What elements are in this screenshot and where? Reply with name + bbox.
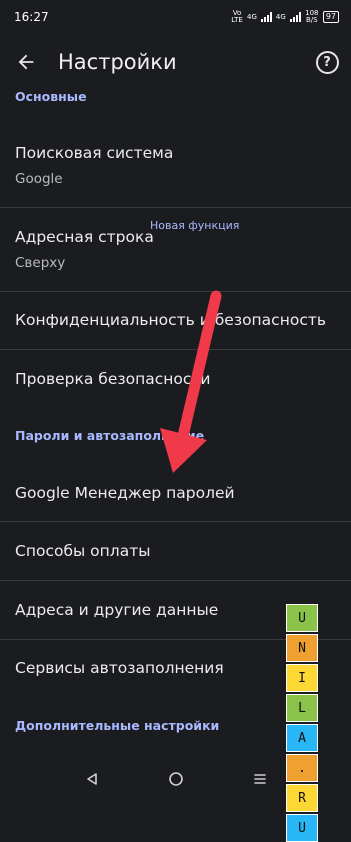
back-button[interactable] [0,34,54,90]
watermark-letter: U [286,814,318,842]
arrow-back-icon [18,54,34,70]
status-time: 16:27 [14,10,49,24]
divider [0,207,351,208]
network-type-2: 4G [275,12,286,21]
divider [0,291,351,292]
setting-title: Google Менеджер паролей [15,484,235,502]
page-title: Настройки [58,50,177,74]
setting-password-manager[interactable]: Google Менеджер паролей [0,484,351,502]
setting-payment-methods[interactable]: Способы оплаты [0,542,351,560]
setting-value: Сверху [15,255,66,271]
setting-address-bar[interactable]: Адресная строка Сверху Новая функция [0,219,351,271]
setting-title: Поисковая система [15,144,174,162]
section-header-basic: Основные [15,89,87,104]
help-circle-icon: ? [315,50,339,74]
triangle-back-icon[interactable] [85,772,99,786]
watermark-letter: U [286,604,318,632]
new-feature-badge: Новая функция [150,219,240,232]
signal-icon-2 [289,12,301,22]
help-button[interactable]: ? [311,46,343,78]
battery-icon: 97 [322,11,339,23]
divider [0,521,351,522]
setting-title: Проверка безопасности [15,370,211,388]
divider [0,349,351,350]
watermark-letter: N [286,634,318,662]
status-bar: 16:27 Vo LTE 4G 4G 108 B/S 97 [0,0,351,34]
watermark-letter: A [286,724,318,752]
section-header-passwords: Пароли и автозаполнение [15,428,205,443]
circle-home-icon[interactable] [168,771,184,787]
setting-safety-check[interactable]: Проверка безопасности [0,370,351,388]
setting-value: Google [15,171,63,187]
system-nav-bar [0,758,351,800]
setting-title: Способы оплаты [15,542,151,560]
net-speed: 108 B/S [305,9,319,24]
watermark-letter: L [286,694,318,722]
network-type-1: 4G [247,12,257,21]
section-header-advanced: Дополнительные настройки [15,718,220,733]
divider [0,580,351,581]
watermark-letter: I [286,664,318,692]
signal-icon [260,12,272,22]
status-icons: Vo LTE 4G 4G 108 B/S 97 [231,10,339,24]
setting-search-engine[interactable]: Поисковая система Google [0,144,351,187]
unila-watermark: UNILA.RU [286,604,318,842]
app-bar: Настройки ? [0,34,351,90]
volte-indicator: Vo LTE [231,9,243,24]
setting-title: Конфиденциальность и безопасность [15,311,327,329]
menu-lines-icon[interactable] [253,772,267,786]
setting-privacy[interactable]: Конфиденциальность и безопасность [0,311,351,329]
